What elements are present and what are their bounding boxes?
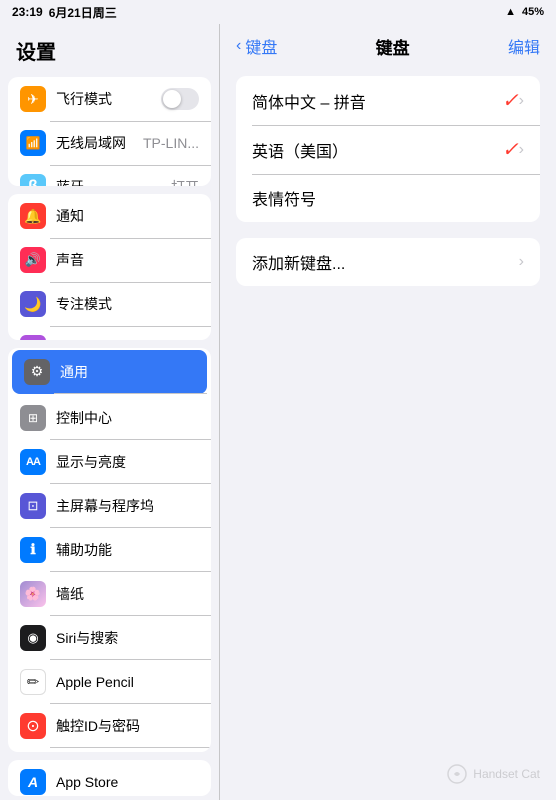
add-keyboard-item[interactable]: 添加新键盘... › [236, 238, 540, 286]
battery-text: 45% [522, 6, 544, 18]
wifi-value: TP-LIN... [143, 135, 199, 151]
wifi-icon: ▲ [505, 6, 516, 18]
wifi-icon: 📶 [20, 130, 46, 156]
appstore-label: App Store [56, 774, 118, 790]
chinese-chevron: › [519, 92, 524, 110]
status-left: 23:19 6月21日周三 [12, 4, 117, 21]
sidebar-section-general: ⚙ 通用 ⊞ 控制中心 AA 显示与亮度 ⊡ 主屏幕与程序坞 ℹ 辅助功能 🌸 … [8, 348, 211, 752]
notification-icon: 🔔 [20, 203, 46, 229]
sidebar-section-notifications: 🔔 通知 🔊 声音 🌙 专注模式 ⏱ 屏幕使用时间 [8, 194, 211, 340]
nav-edit-button[interactable]: 编辑 [508, 34, 540, 58]
siri-icon: ◉ [20, 625, 46, 651]
chinese-checkmark: ✓ [502, 88, 519, 113]
bluetooth-label: 蓝牙 [56, 177, 84, 186]
status-right: ▲ 45% [505, 6, 544, 18]
status-bar: 23:19 6月21日周三 ▲ 45% [0, 0, 556, 24]
focus-icon: 🌙 [20, 291, 46, 317]
sidebar-item-general[interactable]: ⚙ 通用 [12, 350, 207, 394]
chinese-keyboard-label: 简体中文 – 拼音 [252, 89, 494, 113]
controlcenter-icon: ⊞ [20, 405, 46, 431]
sidebar-item-touchid[interactable]: ⊙ 触控ID与密码 [8, 704, 211, 748]
screentime-icon: ⏱ [20, 335, 46, 340]
sidebar-item-screentime[interactable]: ⏱ 屏幕使用时间 [8, 326, 211, 340]
keyboards-section: 简体中文 – 拼音 ✓ › 英语（美国） ✓ › 表情符号 [236, 76, 540, 222]
emoji-keyboard-label: 表情符号 [252, 186, 524, 210]
nav-back-button[interactable]: ‹ 键盘 [236, 34, 277, 58]
sidebar-item-homescreen[interactable]: ⊡ 主屏幕与程序坞 [8, 484, 211, 528]
english-keyboard-label: 英语（美国） [252, 138, 494, 162]
main-layout: 设置 ✈ 飞行模式 📶 无线局域网 TP-LIN... β 蓝牙 打开 [0, 24, 556, 800]
sidebar: 设置 ✈ 飞行模式 📶 无线局域网 TP-LIN... β 蓝牙 打开 [0, 24, 220, 800]
sound-icon: 🔊 [20, 247, 46, 273]
sidebar-item-focus[interactable]: 🌙 专注模式 [8, 282, 211, 326]
homescreen-label: 主屏幕与程序坞 [56, 496, 154, 516]
nav-bar: ‹ 键盘 键盘 编辑 [220, 24, 556, 68]
bluetooth-value: 打开 [171, 177, 199, 186]
focus-label: 专注模式 [56, 294, 112, 314]
accessibility-label: 辅助功能 [56, 540, 112, 560]
appstore-icon: A [20, 769, 46, 795]
add-keyboard-section: 添加新键盘... › [236, 238, 540, 286]
general-icon: ⚙ [24, 359, 50, 385]
status-time: 23:19 [12, 5, 43, 19]
add-keyboard-chevron: › [519, 253, 524, 271]
sidebar-section-appstore: A App Store [8, 760, 211, 796]
sidebar-item-battery[interactable]: 🔋 电池 [8, 748, 211, 752]
homescreen-icon: ⊡ [20, 493, 46, 519]
english-chevron: › [519, 141, 524, 159]
sound-label: 声音 [56, 250, 84, 270]
sidebar-item-appstore[interactable]: A App Store [8, 760, 211, 796]
pencil-label: Apple Pencil [56, 674, 134, 690]
pencil-icon: ✏ [20, 669, 46, 695]
sidebar-section-network: ✈ 飞行模式 📶 无线局域网 TP-LIN... β 蓝牙 打开 [8, 77, 211, 186]
sidebar-item-airplane[interactable]: ✈ 飞行模式 [8, 77, 211, 121]
status-date: 6月21日周三 [49, 4, 117, 21]
wallpaper-label: 墙纸 [56, 584, 84, 604]
english-checkmark: ✓ [502, 137, 519, 162]
general-label: 通用 [60, 362, 88, 382]
display-icon: AA [20, 449, 46, 475]
display-label: 显示与亮度 [56, 452, 126, 472]
siri-label: Siri与搜索 [56, 628, 118, 648]
sidebar-title: 设置 [0, 24, 219, 73]
airplane-label: 飞行模式 [56, 89, 112, 109]
airplane-toggle[interactable] [161, 88, 199, 110]
watermark-icon [447, 764, 467, 784]
sidebar-item-pencil[interactable]: ✏ Apple Pencil [8, 660, 211, 704]
sidebar-item-wallpaper[interactable]: 🌸 墙纸 [8, 572, 211, 616]
touchid-icon: ⊙ [20, 713, 46, 739]
chevron-left-icon: ‹ [236, 37, 241, 55]
sidebar-item-siri[interactable]: ◉ Siri与搜索 [8, 616, 211, 660]
nav-title: 键盘 [376, 34, 410, 59]
sidebar-item-wifi[interactable]: 📶 无线局域网 TP-LIN... [8, 121, 211, 165]
sidebar-item-bluetooth[interactable]: β 蓝牙 打开 [8, 165, 211, 186]
right-panel: ‹ 键盘 键盘 编辑 简体中文 – 拼音 ✓ › 英语（美国） ✓ › [220, 24, 556, 800]
keyboard-english[interactable]: 英语（美国） ✓ › [236, 125, 540, 174]
sidebar-item-notifications[interactable]: 🔔 通知 [8, 194, 211, 238]
content-area: 简体中文 – 拼音 ✓ › 英语（美国） ✓ › 表情符号 添加新键盘... › [220, 68, 556, 800]
notification-label: 通知 [56, 206, 84, 226]
sidebar-item-sound[interactable]: 🔊 声音 [8, 238, 211, 282]
toggle-knob [163, 90, 181, 108]
keyboard-emoji[interactable]: 表情符号 [236, 174, 540, 222]
controlcenter-label: 控制中心 [56, 408, 112, 428]
bluetooth-icon: β [20, 174, 46, 186]
airplane-icon: ✈ [20, 86, 46, 112]
wallpaper-icon: 🌸 [20, 581, 46, 607]
watermark-text: Handset Cat [473, 767, 540, 781]
sidebar-item-display[interactable]: AA 显示与亮度 [8, 440, 211, 484]
sidebar-item-accessibility[interactable]: ℹ 辅助功能 [8, 528, 211, 572]
screentime-label: 屏幕使用时间 [56, 338, 140, 340]
keyboard-chinese[interactable]: 简体中文 – 拼音 ✓ › [236, 76, 540, 125]
watermark: Handset Cat [447, 764, 540, 784]
nav-back-label: 键盘 [245, 34, 277, 58]
accessibility-icon: ℹ [20, 537, 46, 563]
wifi-label: 无线局域网 [56, 133, 126, 153]
add-keyboard-label: 添加新键盘... [252, 250, 519, 274]
sidebar-item-controlcenter[interactable]: ⊞ 控制中心 [8, 396, 211, 440]
touchid-label: 触控ID与密码 [56, 716, 140, 736]
